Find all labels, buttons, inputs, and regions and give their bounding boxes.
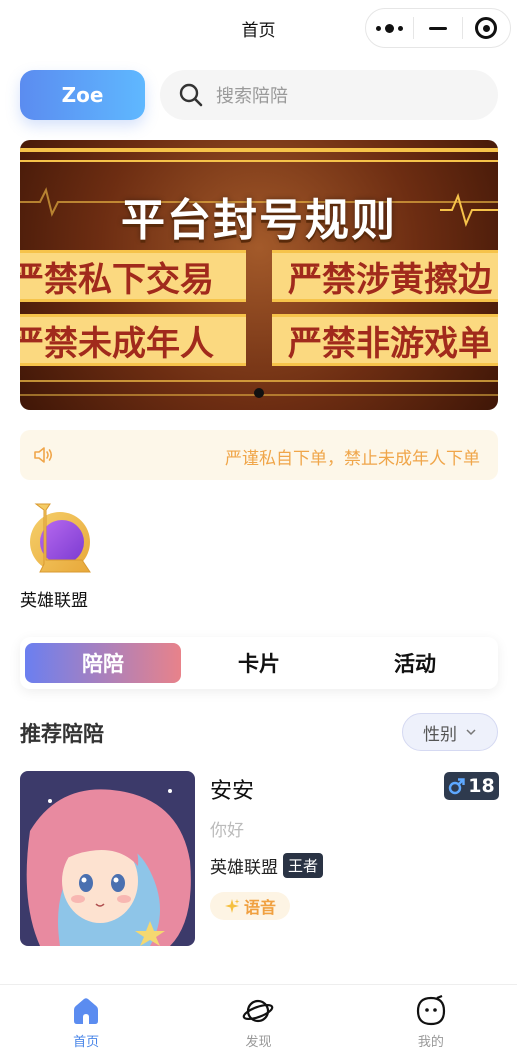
banner-rule: 严禁私下交易 [20, 250, 246, 302]
voice-tag: 语音 [210, 892, 290, 920]
banner-rule: 严禁涉黄擦边 [272, 250, 498, 302]
companion-age: 18 [468, 775, 495, 797]
speaker-icon [34, 447, 53, 463]
target-circle-icon [475, 17, 498, 39]
avatar-illustration [20, 771, 195, 946]
companion-game: 英雄联盟 王者 [210, 853, 324, 878]
game-item-lol[interactable]: 英雄联盟 [20, 502, 100, 611]
bottom-nav: 首页 发现 我的 [0, 984, 517, 1054]
notice-text: 严谨私自下单，禁止未成年人下单 [225, 449, 480, 469]
user-name-button[interactable]: Zoe [20, 70, 145, 120]
companion-name: 安安 [210, 779, 255, 804]
gender-age-badge: 18 [444, 772, 499, 800]
banner-rule: 严禁未成年人 [20, 314, 246, 366]
search-placeholder: 搜索陪陪 [216, 86, 288, 107]
nav-item-profile[interactable]: 我的 [345, 985, 517, 1054]
companion-game-name: 英雄联盟 [210, 858, 278, 878]
voice-tag-label: 语音 [243, 898, 276, 917]
nav-label: 发现 [245, 1035, 272, 1050]
tab-cards[interactable]: 卡片 [181, 643, 337, 683]
carousel-indicator[interactable] [254, 388, 264, 398]
gender-filter-button[interactable]: 性别 [402, 713, 498, 751]
home-icon [74, 998, 99, 1024]
sparkle-icon [224, 899, 240, 913]
close-button[interactable] [463, 9, 510, 47]
banner-carousel[interactable]: 平台封号规则 严禁私下交易 严禁涉黄擦边 严禁未成年人 严禁非游戏单 [20, 140, 498, 410]
search-input[interactable]: 搜索陪陪 [160, 70, 498, 120]
league-of-legends-icon [30, 503, 91, 573]
nav-item-home[interactable]: 首页 [0, 985, 172, 1054]
companion-avatar[interactable] [20, 771, 195, 946]
nav-label: 首页 [73, 1035, 100, 1050]
rank-badge: 王者 [283, 853, 324, 878]
gender-filter-label: 性别 [423, 724, 457, 745]
nav-item-discover[interactable]: 发现 [172, 985, 344, 1054]
minimize-button[interactable] [414, 9, 461, 47]
banner-title: 平台封号规则 [121, 195, 397, 246]
search-icon [179, 83, 203, 107]
game-label: 英雄联盟 [20, 591, 88, 611]
banner-rule: 严禁非游戏单 [272, 314, 498, 366]
tab-activities[interactable]: 活动 [337, 643, 493, 683]
more-dots-icon [376, 23, 404, 33]
tab-bar: 陪陪 卡片 活动 [20, 637, 498, 689]
notice-bar: 严谨私自下单，禁止未成年人下单 [20, 430, 498, 480]
face-icon [416, 995, 445, 1026]
nav-label: 我的 [417, 1035, 444, 1050]
section-title: 推荐陪陪 [20, 722, 104, 746]
male-icon [449, 778, 465, 795]
header: 首页 [0, 0, 517, 56]
companion-bio: 你好 [210, 821, 244, 841]
minimize-icon [428, 26, 447, 30]
more-button[interactable] [366, 9, 413, 47]
planet-icon [243, 999, 274, 1023]
tab-companions[interactable]: 陪陪 [25, 643, 181, 683]
mini-program-capsule [365, 8, 511, 48]
chevron-down-icon [466, 729, 476, 736]
